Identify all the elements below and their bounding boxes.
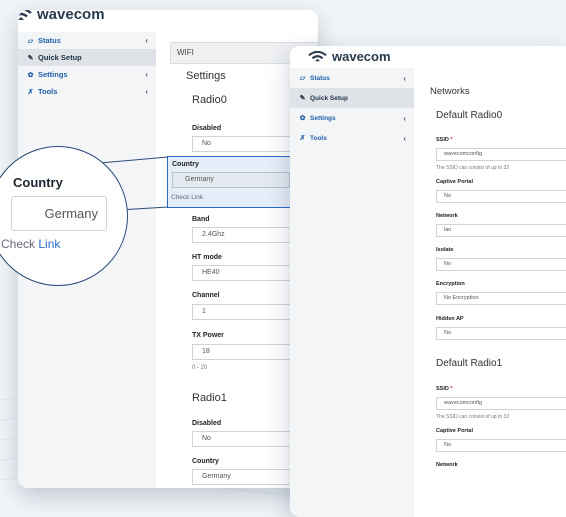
ssid-hint: The SSID can consist of up to 32 (436, 165, 510, 171)
chevron-left-icon: ‹ (403, 133, 406, 143)
brand-logo[interactable]: wavecom (18, 10, 105, 23)
networks-content: Networks Default Radio0 SSID * wavecomco… (414, 68, 566, 517)
wifi-logo-icon (18, 10, 32, 20)
channel-label: Channel (192, 292, 220, 299)
zoom-country-label: Country (13, 175, 63, 190)
r1-network-label: Network (436, 462, 458, 468)
sidebar-item-tools[interactable]: ✗ Tools ‹ (290, 128, 414, 148)
topbar: wavecom (290, 46, 566, 68)
network-label: Network (436, 213, 458, 219)
gear-icon: ✿ (27, 71, 34, 79)
country-label: Country (172, 161, 199, 168)
zoom-link-text: Link (38, 237, 61, 251)
gear-icon: ✿ (299, 115, 306, 122)
ssid-label: SSID * (436, 137, 453, 143)
sidebar-item-status[interactable]: ▱ Status ‹ (290, 68, 414, 88)
radio1-heading: Radio1 (192, 392, 227, 404)
topbar: wavecom (18, 10, 318, 32)
chevron-left-icon: ‹ (145, 36, 148, 45)
networks-window: wavecom ▱ Status ‹ ✎ Quick Setup ✿ Setti… (290, 46, 566, 517)
check-link[interactable]: Check Link (171, 194, 203, 201)
r1-ssid-label: SSID * (436, 386, 453, 392)
sidebar-item-label: Status (310, 74, 330, 82)
brand-name: wavecom (332, 49, 391, 64)
sidebar-item-label: Settings (310, 114, 336, 122)
sidebar-item-label: Quick Setup (38, 53, 82, 62)
default-radio1-heading: Default Radio1 (436, 358, 503, 369)
ssid-input[interactable]: wavecomconfig (436, 148, 566, 161)
sidebar-item-quick-setup[interactable]: ✎ Quick Setup (290, 88, 414, 108)
default-radio0-heading: Default Radio0 (436, 110, 503, 121)
radio0-heading: Radio0 (192, 94, 227, 106)
sidebar-item-quick-setup[interactable]: ✎ Quick Setup (18, 49, 156, 66)
required-mark: * (450, 137, 453, 143)
zoom-check-link: Check Link (1, 237, 60, 251)
sidebar-item-label: Settings (38, 70, 68, 79)
wrench-icon: ✗ (27, 88, 34, 96)
country-highlight: Country Germany Check Link (167, 156, 297, 208)
r1-ssid-hint: The SSID can consist of up to 32 (436, 414, 510, 420)
chevron-left-icon: ‹ (403, 73, 406, 83)
txpower-hint: 0 - 20 (192, 365, 208, 371)
sidebar-item-tools[interactable]: ✗ Tools ‹ (18, 83, 156, 100)
r1-disabled-label: Disabled (192, 420, 222, 427)
country-select[interactable]: Germany (172, 172, 290, 188)
sidebar-item-status[interactable]: ▱ Status ‹ (18, 32, 156, 49)
wifi-logo-icon (308, 50, 327, 61)
disabled-label: Disabled (192, 125, 222, 132)
sidebar-item-settings[interactable]: ✿ Settings ‹ (290, 108, 414, 128)
section-title: Networks (430, 86, 470, 97)
hidden-ap-select[interactable]: No (436, 327, 566, 340)
sidebar-item-label: Quick Setup (310, 94, 348, 102)
wrench-icon: ✗ (299, 135, 306, 142)
sidebar-item-label: Tools (38, 87, 58, 96)
band-label: Band (192, 216, 210, 223)
network-select[interactable]: lan (436, 224, 566, 237)
sidebar-item-settings[interactable]: ✿ Settings ‹ (18, 66, 156, 83)
r1-ssid-input[interactable]: wavecomconfig (436, 397, 566, 410)
hidden-ap-label: Hidden AP (436, 316, 464, 322)
wand-icon: ✎ (299, 95, 306, 102)
captive-portal-select[interactable]: No (436, 190, 566, 203)
txpower-label: TX Power (192, 332, 224, 339)
encryption-select[interactable]: No Encryption (436, 292, 566, 305)
chevron-left-icon: ‹ (145, 70, 148, 79)
section-title: Settings (186, 70, 226, 82)
r1-captive-portal-label: Captive Portal (436, 428, 473, 434)
required-mark: * (450, 386, 453, 392)
r1-captive-portal-select[interactable]: No (436, 439, 566, 452)
chart-icon: ▱ (299, 75, 306, 82)
sidebar-item-label: Status (38, 36, 61, 45)
captive-portal-label: Captive Portal (436, 179, 473, 185)
chevron-left-icon: ‹ (403, 113, 406, 123)
sidebar: ▱ Status ‹ ✎ Quick Setup ✿ Settings ‹ ✗ … (290, 68, 415, 517)
htmode-label: HT mode (192, 254, 222, 261)
zoom-country-select: Germany (11, 196, 107, 231)
isolate-select[interactable]: No (436, 258, 566, 271)
chart-icon: ▱ (27, 37, 34, 45)
isolate-label: Isolate (436, 247, 454, 253)
zoom-check-text: Check (1, 237, 36, 251)
r1-country-label: Country (192, 458, 219, 465)
brand-name: wavecom (37, 10, 105, 23)
wand-icon: ✎ (27, 54, 34, 62)
encryption-label: Encryption (436, 281, 465, 287)
sidebar-item-label: Tools (310, 134, 327, 142)
brand-logo[interactable]: wavecom (308, 49, 391, 64)
chevron-left-icon: ‹ (145, 87, 148, 96)
